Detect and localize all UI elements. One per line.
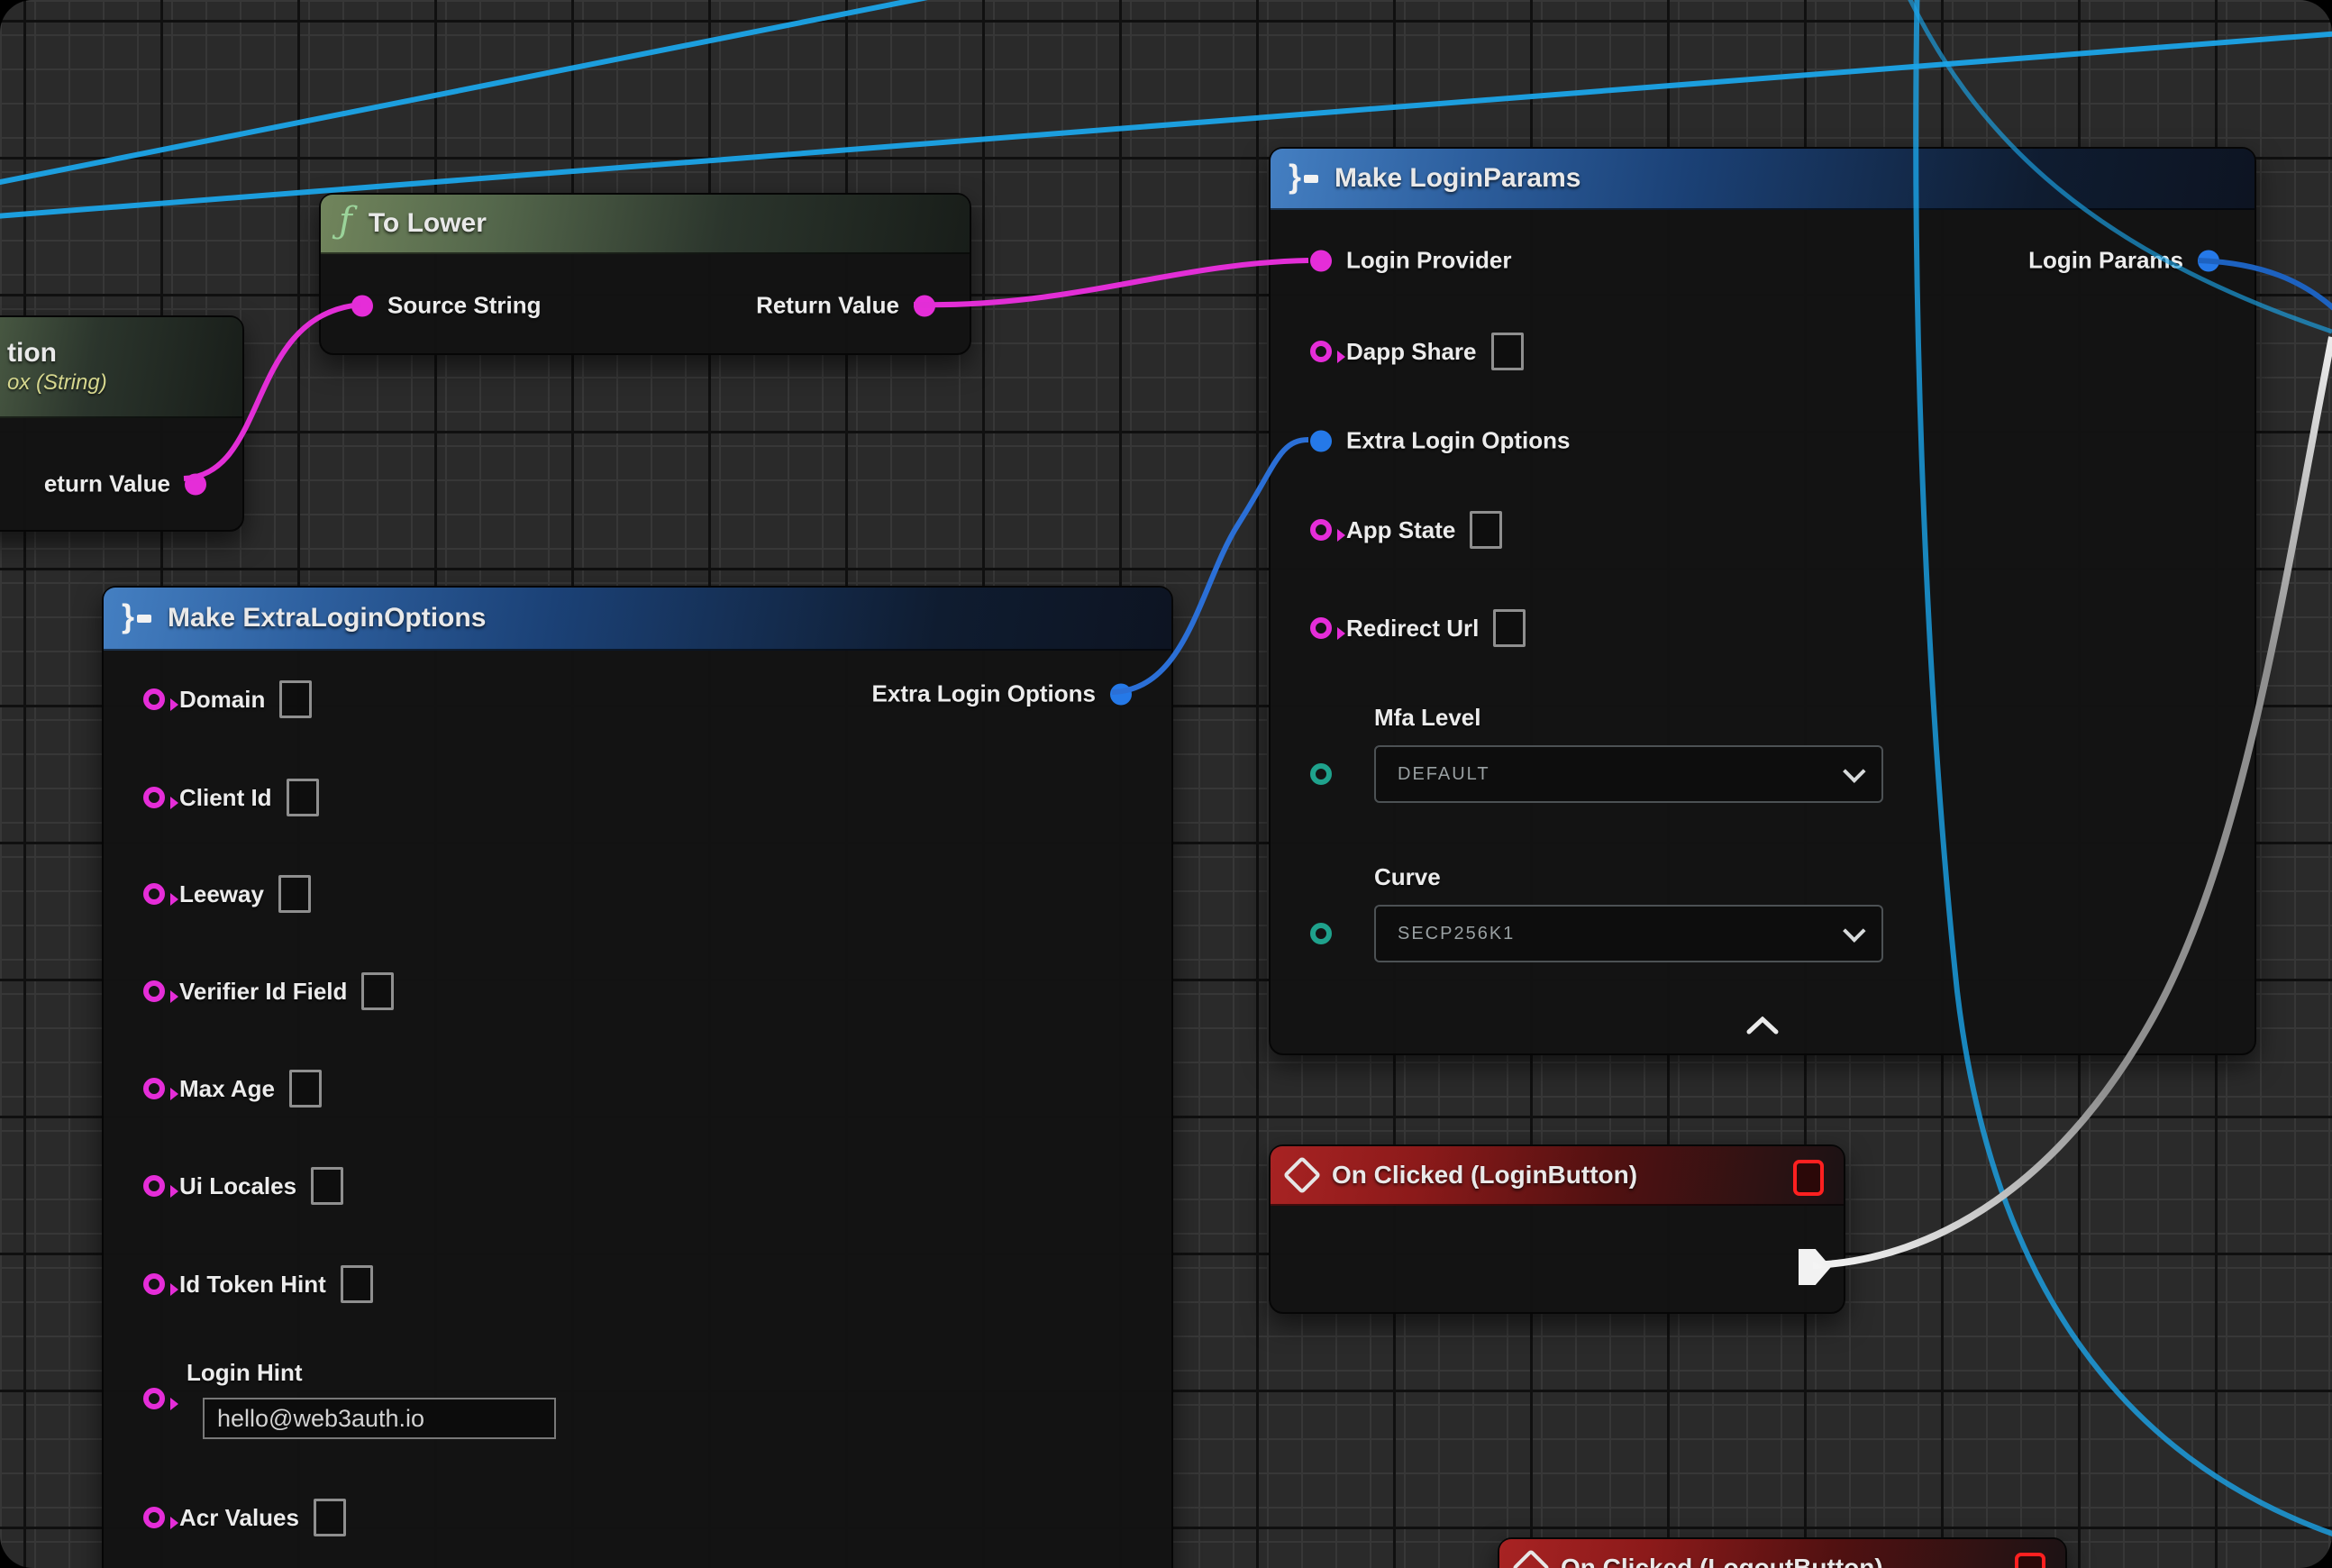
leeway-pin[interactable] — [143, 883, 165, 905]
node-header[interactable]: } Make LoginParams — [1271, 149, 2255, 210]
pin-label: Leeway — [179, 880, 264, 908]
delegate-output-pin[interactable] — [2015, 1553, 2045, 1568]
login-hint-input[interactable]: hello@web3auth.io — [203, 1398, 556, 1439]
login-hint-pin[interactable] — [143, 1388, 165, 1409]
node-subtitle: ox (String) — [7, 370, 107, 396]
blueprint-graph-canvas[interactable]: tion ox (String) eturn Value ƒ To Lower … — [0, 0, 2332, 1568]
collapse-advanced-pins-button[interactable] — [1745, 1016, 1780, 1039]
node-to-lower[interactable]: ƒ To Lower Source String Return Value — [319, 193, 971, 355]
return-value-pin[interactable] — [185, 473, 206, 495]
domain-pin[interactable] — [143, 688, 165, 710]
pin-label: Domain — [179, 686, 265, 714]
node-header[interactable]: On Clicked (LogoutButton) — [1499, 1539, 2065, 1568]
client-id-checkbox[interactable] — [287, 779, 319, 816]
node-title: Make ExtraLoginOptions — [168, 603, 486, 634]
acr-values-pin[interactable] — [143, 1507, 165, 1528]
string-wire-tolower-to-loginprovider — [914, 260, 1308, 305]
pin-label: Max Age — [179, 1075, 275, 1103]
redirect-url-checkbox[interactable] — [1493, 609, 1526, 647]
curve-label: Curve — [1374, 863, 1441, 891]
domain-checkbox[interactable] — [279, 680, 312, 718]
pin-label: Ui Locales — [179, 1172, 296, 1200]
node-title: tion — [7, 338, 57, 369]
id-token-hint-checkbox[interactable] — [341, 1265, 373, 1303]
event-diamond-icon — [1512, 1549, 1550, 1568]
client-id-pin[interactable] — [143, 787, 165, 808]
ui-locales-checkbox[interactable] — [311, 1167, 343, 1205]
pin-label: Dapp Share — [1346, 338, 1477, 366]
leeway-checkbox[interactable] — [278, 875, 311, 913]
node-on-clicked-logout-button[interactable]: On Clicked (LogoutButton) — [1498, 1537, 2067, 1568]
pin-label: Login Params — [2028, 247, 2183, 275]
return-value-pin[interactable] — [914, 295, 935, 316]
node-get-text-partial[interactable]: tion ox (String) eturn Value — [0, 315, 244, 532]
pin-label: Login Provider — [1346, 247, 1511, 275]
pin-label: eturn Value — [44, 470, 170, 498]
pin-label: Client Id — [179, 784, 272, 812]
node-title: Make LoginParams — [1335, 163, 1580, 194]
pin-label: Redirect Url — [1346, 615, 1479, 643]
node-title: To Lower — [369, 208, 487, 239]
dapp-share-checkbox[interactable] — [1491, 333, 1524, 370]
curve-pin[interactable] — [1310, 923, 1332, 944]
node-title: On Clicked (LogoutButton) — [1561, 1554, 1883, 1568]
decor-wire-cyan-1 — [0, 0, 1041, 187]
node-make-login-params[interactable]: } Make LoginParams Login Provider Login … — [1269, 147, 2256, 1055]
dapp-share-pin[interactable] — [1310, 341, 1332, 362]
node-title: On Clicked (LoginButton) — [1332, 1161, 1637, 1190]
pin-label: Source String — [387, 292, 541, 320]
event-diamond-icon — [1283, 1156, 1321, 1194]
app-state-pin[interactable] — [1310, 519, 1332, 541]
mfa-level-pin[interactable] — [1310, 763, 1332, 785]
node-header[interactable]: On Clicked (LoginButton) — [1271, 1146, 1844, 1206]
make-struct-icon: } — [1289, 164, 1318, 193]
pin-label: App State — [1346, 516, 1455, 544]
pin-label: Acr Values — [179, 1504, 299, 1532]
node-header[interactable]: } Make ExtraLoginOptions — [104, 588, 1171, 651]
node-header[interactable]: ƒ To Lower — [321, 195, 970, 254]
function-icon: ƒ — [339, 203, 352, 239]
pin-label: Verifier Id Field — [179, 978, 347, 1006]
extra-login-options-output-pin[interactable] — [1110, 683, 1132, 705]
pin-label: Extra Login Options — [872, 680, 1096, 708]
acr-values-checkbox[interactable] — [314, 1499, 346, 1536]
ui-locales-pin[interactable] — [143, 1175, 165, 1197]
redirect-url-pin[interactable] — [1310, 617, 1332, 639]
exec-output-pin[interactable] — [1799, 1249, 1831, 1285]
extra-login-options-input-pin[interactable] — [1310, 430, 1332, 451]
curve-dropdown[interactable]: SECP256K1 — [1374, 905, 1883, 962]
max-age-pin[interactable] — [143, 1078, 165, 1099]
delegate-output-pin[interactable] — [1793, 1160, 1824, 1196]
node-make-extra-login-options[interactable]: } Make ExtraLoginOptions Extra Login Opt… — [102, 586, 1173, 1568]
node-on-clicked-login-button[interactable]: On Clicked (LoginButton) — [1269, 1144, 1845, 1314]
chevron-down-icon — [1843, 919, 1865, 942]
node-header[interactable]: tion ox (String) — [0, 317, 242, 418]
mfa-level-label: Mfa Level — [1374, 704, 1481, 732]
mfa-level-dropdown[interactable]: DEFAULT — [1374, 745, 1883, 803]
pin-label: Return Value — [756, 292, 899, 320]
login-hint-label: Login Hint — [187, 1359, 303, 1387]
verifier-id-field-checkbox[interactable] — [361, 972, 394, 1010]
verifier-id-field-pin[interactable] — [143, 980, 165, 1002]
login-params-output-pin[interactable] — [2198, 250, 2219, 271]
app-state-checkbox[interactable] — [1470, 511, 1502, 549]
source-string-pin[interactable] — [351, 295, 373, 316]
make-struct-icon: } — [122, 604, 151, 633]
pin-label: Extra Login Options — [1346, 427, 1570, 455]
id-token-hint-pin[interactable] — [143, 1273, 165, 1295]
login-provider-pin[interactable] — [1310, 250, 1332, 271]
max-age-checkbox[interactable] — [289, 1070, 322, 1108]
chevron-down-icon — [1843, 760, 1865, 782]
pin-label: Id Token Hint — [179, 1271, 326, 1299]
